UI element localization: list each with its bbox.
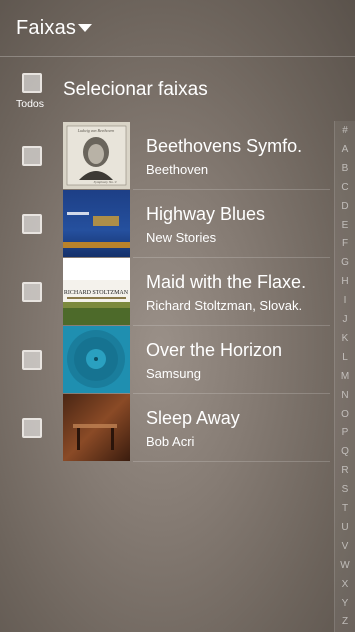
index-letter[interactable]: B xyxy=(335,163,355,174)
index-letter[interactable]: M xyxy=(335,371,355,382)
track-row[interactable]: Highway Blues New Stories xyxy=(0,189,333,257)
album-art xyxy=(63,190,130,257)
track-row[interactable]: Over the Horizon Samsung xyxy=(0,325,333,393)
select-tracks-label: Selecionar faixas xyxy=(63,79,208,100)
album-art xyxy=(63,326,130,393)
todos-label: Todos xyxy=(16,98,45,110)
track-checkbox[interactable] xyxy=(22,418,42,438)
index-letter[interactable]: I xyxy=(335,295,355,306)
track-checkbox[interactable] xyxy=(22,350,42,370)
index-letter[interactable]: S xyxy=(335,484,355,495)
track-checkbox[interactable] xyxy=(22,282,42,302)
svg-text:RICHARD STOLTZMAN: RICHARD STOLTZMAN xyxy=(64,290,129,296)
index-letter[interactable]: K xyxy=(335,333,355,344)
page-title[interactable]: Faixas xyxy=(16,17,76,40)
index-letter[interactable]: N xyxy=(335,390,355,401)
alphabet-index-scrollbar[interactable]: # A B C D E F G H I J K L M N O P Q R S T U V W X Y Z xyxy=(334,121,355,632)
index-letter[interactable]: J xyxy=(335,314,355,325)
svg-text:Ludwig van Beethoven: Ludwig van Beethoven xyxy=(77,128,114,133)
index-letter[interactable]: G xyxy=(335,257,355,268)
index-letter[interactable]: R xyxy=(335,465,355,476)
index-letter[interactable]: U xyxy=(335,522,355,533)
index-letter[interactable]: D xyxy=(335,201,355,212)
track-title: Maid with the Flaxe. xyxy=(146,272,307,292)
track-row[interactable]: Sleep Away Bob Acri xyxy=(0,393,333,461)
track-title: Beethovens Symfo. xyxy=(146,136,303,156)
album-art: RICHARD STOLTZMAN xyxy=(63,258,130,325)
index-letter[interactable]: P xyxy=(335,427,355,438)
index-letter[interactable]: W xyxy=(335,560,355,571)
track-title: Sleep Away xyxy=(146,408,240,428)
select-all-row[interactable]: Todos Selecionar faixas xyxy=(0,57,355,119)
track-artist: Samsung xyxy=(146,366,201,381)
index-letter[interactable]: # xyxy=(335,125,355,136)
track-row[interactable]: RICHARD STOLTZMAN Maid with the Flaxe. R… xyxy=(0,257,333,325)
header: Faixas xyxy=(0,0,355,56)
index-letter[interactable]: Z xyxy=(335,616,355,627)
index-letter[interactable]: E xyxy=(335,220,355,231)
track-title: Over the Horizon xyxy=(146,340,283,360)
index-letter[interactable]: Q xyxy=(335,446,355,457)
track-row[interactable]: Ludwig van Beethoven Symphony No. 9 Beet… xyxy=(0,121,333,189)
index-letter[interactable]: F xyxy=(335,238,355,249)
index-letter[interactable]: V xyxy=(335,541,355,552)
index-letter[interactable]: H xyxy=(335,276,355,287)
index-letter[interactable]: X xyxy=(335,579,355,590)
index-letter[interactable]: O xyxy=(335,409,355,420)
album-art: Ludwig van Beethoven Symphony No. 9 xyxy=(63,122,130,189)
index-letter[interactable]: Y xyxy=(335,598,355,609)
track-artist: New Stories xyxy=(146,230,217,245)
index-letter[interactable]: T xyxy=(335,503,355,514)
album-art xyxy=(63,394,130,461)
track-artist: Beethoven xyxy=(146,162,209,177)
dropdown-arrow-icon[interactable] xyxy=(78,24,92,32)
track-artist: Richard Stoltzman, Slovak. xyxy=(146,298,303,313)
index-letter[interactable]: A xyxy=(335,144,355,155)
select-all-checkbox[interactable] xyxy=(22,73,42,93)
index-letter[interactable]: C xyxy=(335,182,355,193)
row-divider xyxy=(133,461,330,462)
track-title: Highway Blues xyxy=(146,204,266,224)
track-checkbox[interactable] xyxy=(22,214,42,234)
track-checkbox[interactable] xyxy=(22,146,42,166)
track-artist: Bob Acri xyxy=(146,434,195,449)
svg-text:Symphony No. 9: Symphony No. 9 xyxy=(94,180,117,184)
index-letter[interactable]: L xyxy=(335,352,355,363)
